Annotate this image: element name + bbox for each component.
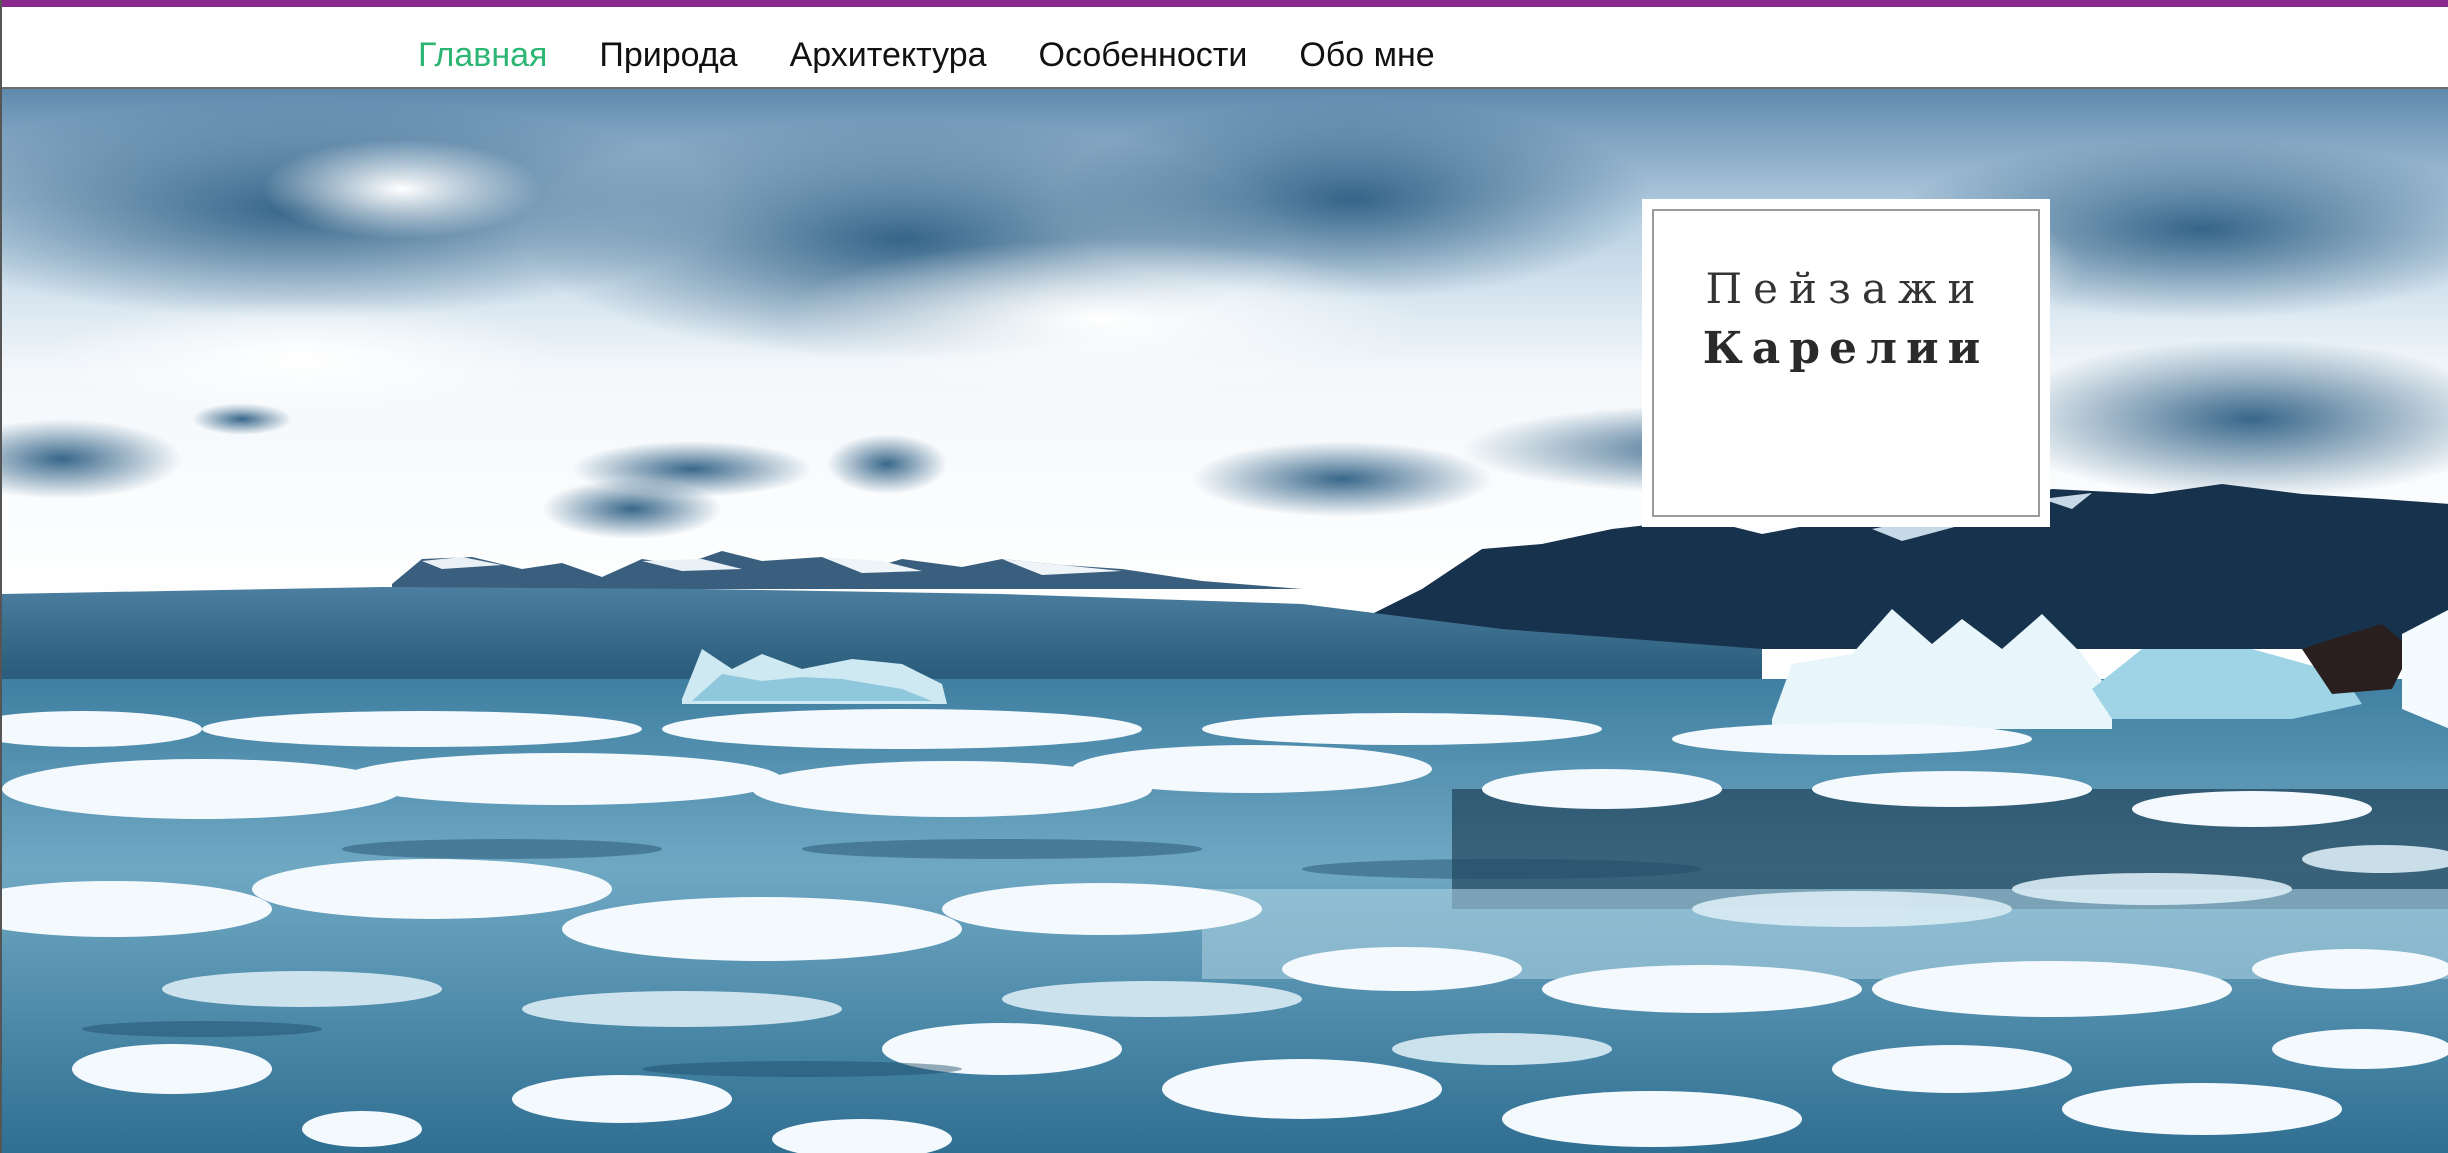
- title-card-frame: Пейзажи Карелии: [1652, 209, 2040, 517]
- nav-item-about[interactable]: Обо мне: [1299, 35, 1434, 75]
- page: Главная Природа Архитектура Особенности …: [0, 0, 2448, 1153]
- nav-item-architecture[interactable]: Архитектура: [790, 35, 987, 75]
- nav-menu: Главная Природа Архитектура Особенности …: [418, 35, 1435, 75]
- nav-item-features[interactable]: Особенности: [1039, 35, 1248, 75]
- navbar: Главная Природа Архитектура Особенности …: [2, 7, 2448, 89]
- title-card: Пейзажи Карелии: [1642, 199, 2050, 527]
- iceberg-landscape-illustration: [2, 89, 2448, 1153]
- title-line-2: Карелии: [1702, 323, 1990, 374]
- nav-item-home[interactable]: Главная: [418, 35, 547, 75]
- title-line-1: Пейзажи: [1705, 264, 1987, 313]
- hero-image: Пейзажи Карелии: [2, 89, 2448, 1153]
- nav-item-nature[interactable]: Природа: [599, 35, 737, 75]
- top-accent-bar: [2, 0, 2448, 7]
